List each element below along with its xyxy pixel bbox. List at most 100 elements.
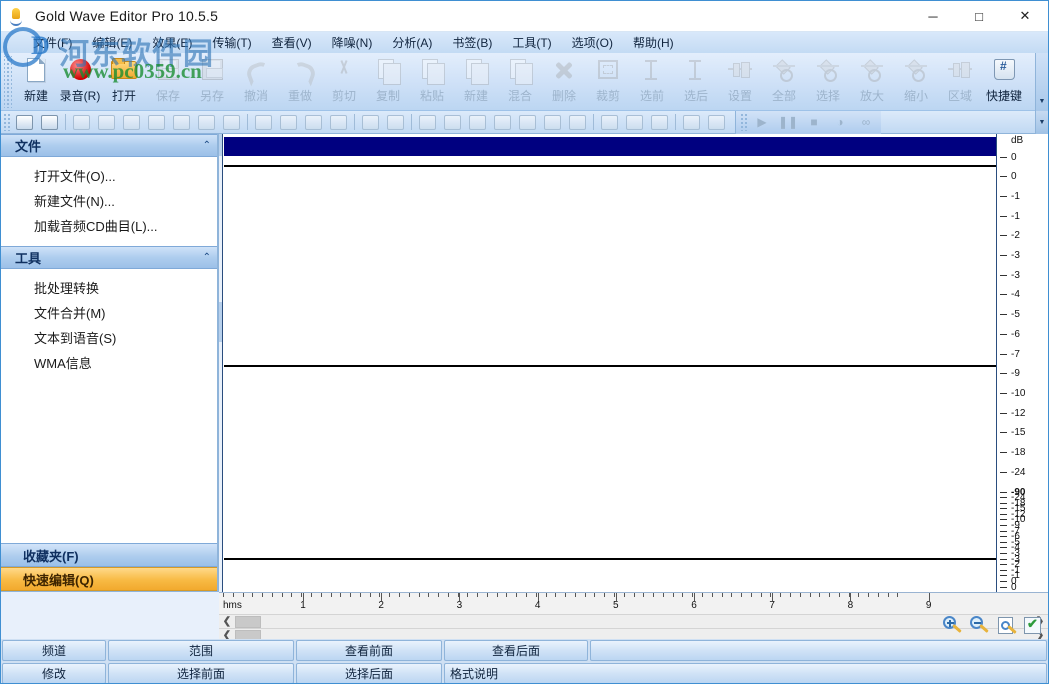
horizontal-scrollbar-primary[interactable]: ❮ ❯ — [219, 614, 1048, 628]
sidebar-link[interactable]: 新建文件(N)... — [1, 188, 217, 213]
ruler-minor-tick — [810, 593, 811, 597]
peak-icon[interactable] — [490, 112, 515, 132]
expand-icon-glyph — [544, 115, 561, 130]
timeline-ruler[interactable]: hms 123456789 — [219, 592, 1048, 614]
menu-item-4[interactable]: 查看(V) — [262, 32, 322, 53]
ruler-minor-tick — [477, 593, 478, 597]
down-mix-icon[interactable] — [679, 112, 704, 132]
ruler-minor-tick — [594, 593, 595, 597]
zoom-apply-icon[interactable] — [1021, 614, 1045, 638]
chevron-up-icon[interactable]: ⌃ — [203, 252, 211, 263]
maximize-button[interactable]: □ — [956, 1, 1002, 32]
main-toolbar-overflow-button[interactable] — [1035, 53, 1048, 111]
revert-icon[interactable] — [647, 112, 672, 132]
menu-item-8[interactable]: 工具(T) — [502, 32, 561, 53]
compress-icon-glyph — [569, 115, 586, 130]
sidebar-link[interactable]: 加载音频CD曲目(L)... — [1, 213, 217, 238]
bottom-button-row1-4[interactable] — [590, 640, 1047, 661]
close-button[interactable]: ✕ — [1002, 1, 1048, 32]
gate-icon[interactable] — [515, 112, 540, 132]
menu-item-5[interactable]: 降噪(N) — [322, 32, 383, 53]
bottom-button-row2-0[interactable]: 修改 — [2, 663, 106, 684]
noise-icon[interactable] — [251, 112, 276, 132]
ramp-icon[interactable] — [194, 112, 219, 132]
resize-icon[interactable] — [301, 112, 326, 132]
loop-play-icon[interactable]: ∞ — [853, 112, 879, 132]
minimize-button[interactable]: ─ — [910, 1, 956, 32]
reshape-icon[interactable] — [326, 112, 351, 132]
zoom-out-icon[interactable] — [967, 614, 991, 638]
toolbar-button-label: 删除 — [552, 87, 576, 104]
timer-icon-glyph — [16, 115, 33, 130]
pitch-icon[interactable] — [358, 112, 383, 132]
bottom-button-row1-3[interactable]: 查看后面 — [444, 640, 588, 661]
menu-item-10[interactable]: 帮助(H) — [623, 32, 684, 53]
fade-icon[interactable] — [37, 112, 62, 132]
bottom-button-row2-1[interactable]: 选择前面 — [108, 663, 294, 684]
secondary-toolbar-overflow-button[interactable] — [1035, 111, 1048, 134]
menu-item-1[interactable]: 编辑(E) — [82, 32, 142, 53]
waveform-icon[interactable] — [440, 112, 465, 132]
fade-out-icon[interactable] — [144, 112, 169, 132]
chevron-up-icon[interactable]: ⌃ — [203, 140, 211, 151]
sidebar-tab-favorites[interactable]: 收藏夹(F) — [1, 543, 217, 567]
ruler-minor-tick — [624, 593, 625, 597]
secondary-toolbar-grip[interactable] — [3, 113, 10, 131]
fade-in-icon[interactable] — [119, 112, 144, 132]
paste-new-button: 新建 — [454, 53, 498, 105]
sidebar-link[interactable]: 文件合并(M) — [1, 300, 217, 325]
brightness-icon[interactable] — [69, 112, 94, 132]
sidebar-link[interactable]: 文本到语音(S) — [1, 325, 217, 350]
zoom-in-icon[interactable] — [940, 614, 964, 638]
menu-item-9[interactable]: 选项(O) — [562, 32, 623, 53]
ruler-label: 7 — [769, 600, 775, 611]
menu-item-6[interactable]: 分析(A) — [382, 32, 442, 53]
compress-icon[interactable] — [565, 112, 590, 132]
half-speed-icon[interactable]: ◑ — [827, 112, 853, 132]
scroll-thumb[interactable] — [235, 616, 261, 628]
sidebar-link[interactable]: 打开文件(O)... — [1, 163, 217, 188]
bottom-button-row1-2[interactable]: 查看前面 — [296, 640, 442, 661]
menu-item-7[interactable]: 书签(B) — [442, 32, 502, 53]
move-icon[interactable] — [169, 112, 194, 132]
scroll-track[interactable] — [261, 616, 1032, 628]
expand-icon[interactable] — [540, 112, 565, 132]
toolbar-grip[interactable] — [4, 56, 12, 108]
menu-item-3[interactable]: 传输(T) — [202, 32, 261, 53]
sidebar-tab-quick-edit[interactable]: 快速编辑(Q) — [1, 567, 217, 591]
timer-icon[interactable] — [12, 112, 37, 132]
new-document-button[interactable]: 新建 — [14, 53, 58, 105]
bottom-button-row2-2[interactable]: 选择后面 — [296, 663, 442, 684]
transport-grip[interactable] — [740, 113, 747, 131]
menu-item-0[interactable]: 文件(F) — [23, 32, 82, 53]
waveform-editor[interactable]: dB 00-1-1-2-3-3-4-5-6-7-9-10-12-15-18-24… — [219, 134, 1048, 592]
open-folder-button[interactable]: 打开 — [102, 53, 146, 105]
record-button[interactable]: 录音(R) — [58, 53, 102, 105]
hotkey-button[interactable]: 快捷键 — [982, 53, 1026, 105]
tune-icon[interactable] — [383, 112, 408, 132]
bottom-button-row2-3[interactable]: 格式说明 — [444, 663, 1047, 684]
sidebar-section-header-0[interactable]: 文件⌃ — [1, 134, 217, 157]
waveform-canvas[interactable] — [224, 134, 996, 592]
normalize-icon[interactable] — [704, 112, 729, 132]
sidebar-link[interactable]: 批处理转换 — [1, 275, 217, 300]
loop-icon[interactable] — [597, 112, 622, 132]
menu-item-2[interactable]: 效果(E) — [142, 32, 202, 53]
play-icon[interactable]: ▶ — [749, 112, 775, 132]
spectrum-icon[interactable] — [415, 112, 440, 132]
sidebar-link[interactable]: WMA信息 — [1, 350, 217, 375]
wave-view-icon[interactable] — [465, 112, 490, 132]
stop-icon[interactable]: ■ — [801, 112, 827, 132]
toolbar-separator — [593, 114, 594, 130]
time-icon[interactable] — [94, 112, 119, 132]
bottom-button-row1-0[interactable]: 频道 — [2, 640, 106, 661]
bottom-button-row1-1[interactable]: 范围 — [108, 640, 294, 661]
pause-icon[interactable]: ❚❚ — [775, 112, 801, 132]
shuffle-icon[interactable] — [622, 112, 647, 132]
envelope-icon[interactable] — [219, 112, 244, 132]
filter-icon[interactable] — [276, 112, 301, 132]
scroll-left-arrow[interactable]: ❮ — [219, 616, 235, 627]
sidebar-section-body-0: 打开文件(O)...新建文件(N)...加载音频CD曲目(L)... — [1, 157, 217, 246]
zoom-fit-icon[interactable] — [994, 614, 1018, 638]
sidebar-section-header-1[interactable]: 工具⌃ — [1, 246, 217, 269]
